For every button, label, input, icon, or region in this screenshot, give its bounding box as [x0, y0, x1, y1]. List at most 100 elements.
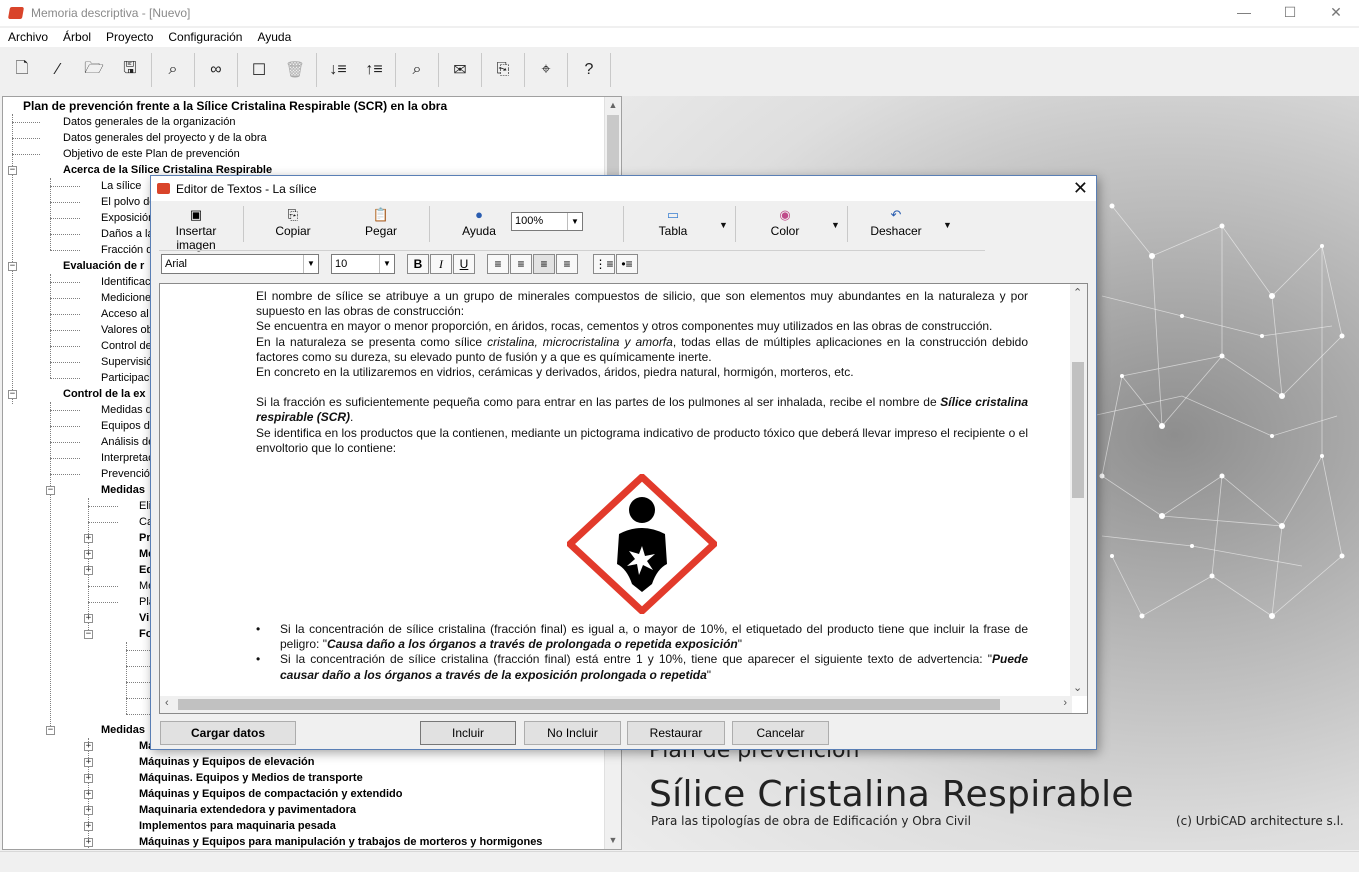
font-select[interactable]: Arial ▼ [161, 254, 319, 274]
bold-button[interactable]: B [407, 254, 429, 274]
table-dropdown-icon[interactable]: ▼ [719, 220, 728, 230]
expand-toggle[interactable]: + [84, 758, 93, 767]
cancel-button[interactable]: Cancelar [732, 721, 829, 745]
sort-up-icon[interactable]: ↑≡ [356, 52, 392, 88]
expand-toggle[interactable]: + [84, 566, 93, 575]
binoculars-icon[interactable]: ∞ [198, 52, 234, 88]
include-button[interactable]: Incluir [420, 721, 516, 745]
tree-item[interactable]: Identificac [101, 274, 151, 290]
expand-toggle[interactable]: + [84, 742, 93, 751]
expand-toggle[interactable]: + [84, 838, 93, 847]
tree-item[interactable]: Análisis de [101, 434, 154, 450]
copy-button[interactable]: ⎘ Copiar [263, 206, 323, 238]
font-size-select[interactable]: 10 ▼ [331, 254, 395, 274]
tree-item[interactable]: Exposición [101, 210, 154, 226]
tree-item[interactable]: Equipos de [101, 418, 156, 434]
tree-item[interactable]: La sílice [101, 178, 141, 194]
dialog-close-icon[interactable]: ✕ [1073, 178, 1088, 198]
color-dropdown-icon[interactable]: ▼ [831, 220, 840, 230]
new-file-icon[interactable]: 🗋 [4, 52, 40, 88]
scroll-down-icon[interactable]: ▼ [605, 832, 621, 849]
expand-toggle[interactable]: + [84, 822, 93, 831]
chevron-right-icon[interactable]: › [1063, 697, 1067, 709]
tree-item[interactable]: Objetivo de este Plan de prevención [63, 146, 240, 162]
tree-item[interactable]: Máquinas y Equipos de compactación y ext… [139, 786, 402, 802]
undo-dropdown-icon[interactable]: ▼ [943, 220, 952, 230]
insert-image-button[interactable]: ▣ Insertar imagen [155, 206, 237, 252]
collapse-toggle[interactable]: − [46, 726, 55, 735]
chevron-up-icon[interactable]: ⌃ [1073, 286, 1082, 299]
numbered-list-icon[interactable]: ⋮≡ [593, 254, 615, 274]
expand-toggle[interactable]: + [84, 774, 93, 783]
trash-icon[interactable]: 🗑 [277, 52, 313, 88]
tree-item[interactable]: Fracción d [101, 242, 152, 258]
collapse-toggle[interactable]: − [8, 166, 17, 175]
tree-item[interactable]: Prevención [101, 466, 156, 482]
print-preview-icon[interactable]: ⌕ [155, 52, 191, 88]
chevron-left-icon[interactable]: ‹ [165, 697, 169, 709]
rich-text-editor[interactable]: El nombre de sílice se atribuye a un gru… [159, 283, 1088, 714]
maximize-button[interactable]: ☐ [1267, 0, 1313, 26]
restore-button[interactable]: Restaurar [627, 721, 725, 745]
sort-down-icon[interactable]: ↓≡ [320, 52, 356, 88]
chevron-down-icon[interactable]: ⌄ [1073, 681, 1082, 694]
tree-item[interactable]: Máquinas y Equipos de elevación [139, 754, 314, 770]
tree-item[interactable]: Medidas [101, 482, 145, 498]
tree-item[interactable]: Máquinas y Equipos para manipulación y t… [139, 834, 542, 849]
scroll-thumb[interactable] [178, 699, 1000, 710]
pdf-icon[interactable]: ⎘ [485, 52, 521, 88]
editor-horizontal-scrollbar[interactable]: ‹ › [160, 696, 1072, 713]
align-justify-icon[interactable]: ≡ [556, 254, 578, 274]
tree-item[interactable]: Mediciones [101, 290, 157, 306]
tree-item[interactable]: Control de [101, 338, 152, 354]
editor-content[interactable]: El nombre de sílice se atribuye a un gru… [256, 289, 1028, 683]
align-center-icon[interactable]: ≡ [533, 254, 555, 274]
help-button[interactable]: ● Ayuda [449, 206, 509, 238]
italic-button[interactable]: I [430, 254, 452, 274]
tree-root[interactable]: Plan de prevención frente a la Sílice Cr… [23, 98, 447, 114]
tree-item[interactable]: Vi [139, 610, 149, 626]
tree-item[interactable]: Maquinaria extendedora y pavimentadora [139, 802, 356, 818]
open-folder-icon[interactable]: 🗁 [76, 52, 112, 88]
bullet-list-icon[interactable]: •≡ [616, 254, 638, 274]
wand-icon[interactable]: ⁄ [40, 52, 76, 88]
collapse-toggle[interactable]: − [8, 390, 17, 399]
table-button[interactable]: ▭ Tabla [643, 206, 703, 238]
expand-toggle[interactable]: + [84, 534, 93, 543]
editor-vertical-scrollbar[interactable]: ⌃ ⌄ [1070, 284, 1087, 696]
tree-item[interactable]: Datos generales de la organización [63, 114, 235, 130]
menu-proyecto[interactable]: Proyecto [98, 28, 160, 47]
expand-toggle[interactable]: + [84, 614, 93, 623]
menu-archivo[interactable]: Archivo [0, 28, 55, 47]
envelope-icon[interactable]: ✉ [442, 52, 478, 88]
comment-icon[interactable]: ☐ [241, 52, 277, 88]
scroll-up-icon[interactable]: ▲ [605, 97, 621, 114]
expand-toggle[interactable]: + [84, 550, 93, 559]
menu-arbol[interactable]: Árbol [55, 28, 98, 47]
tree-item[interactable]: Datos generales del proyecto y de la obr… [63, 130, 267, 146]
expand-toggle[interactable]: + [84, 790, 93, 799]
save-icon[interactable]: 🖫 [112, 52, 148, 88]
minimize-button[interactable]: — [1221, 0, 1267, 26]
collapse-toggle[interactable]: − [8, 262, 17, 271]
location-pin-icon[interactable]: ⌖ [528, 52, 564, 88]
load-data-button[interactable]: Cargar datos [160, 721, 296, 745]
tree-item[interactable]: Valores ob [101, 322, 153, 338]
close-button[interactable]: ✕ [1313, 0, 1359, 26]
collapse-toggle[interactable]: − [84, 630, 93, 639]
tree-item[interactable]: Evaluación de r [63, 258, 144, 274]
tree-item[interactable]: El polvo de [101, 194, 155, 210]
tree-item[interactable]: Pr [139, 530, 151, 546]
menu-ayuda[interactable]: Ayuda [249, 28, 298, 47]
collapse-toggle[interactable]: − [46, 486, 55, 495]
align-right-icon[interactable]: ≡ [510, 254, 532, 274]
menu-configuracion[interactable]: Configuración [160, 28, 249, 47]
tree-item[interactable]: Medidas [101, 722, 145, 738]
expand-toggle[interactable]: + [84, 806, 93, 815]
help-icon[interactable]: ? [571, 52, 607, 88]
tree-item[interactable]: Daños a la [101, 226, 154, 242]
tree-item[interactable]: Control de la ex [63, 386, 146, 402]
tree-item[interactable]: Medidas d [101, 402, 152, 418]
exclude-button[interactable]: No Incluir [524, 721, 621, 745]
underline-button[interactable]: U [453, 254, 475, 274]
